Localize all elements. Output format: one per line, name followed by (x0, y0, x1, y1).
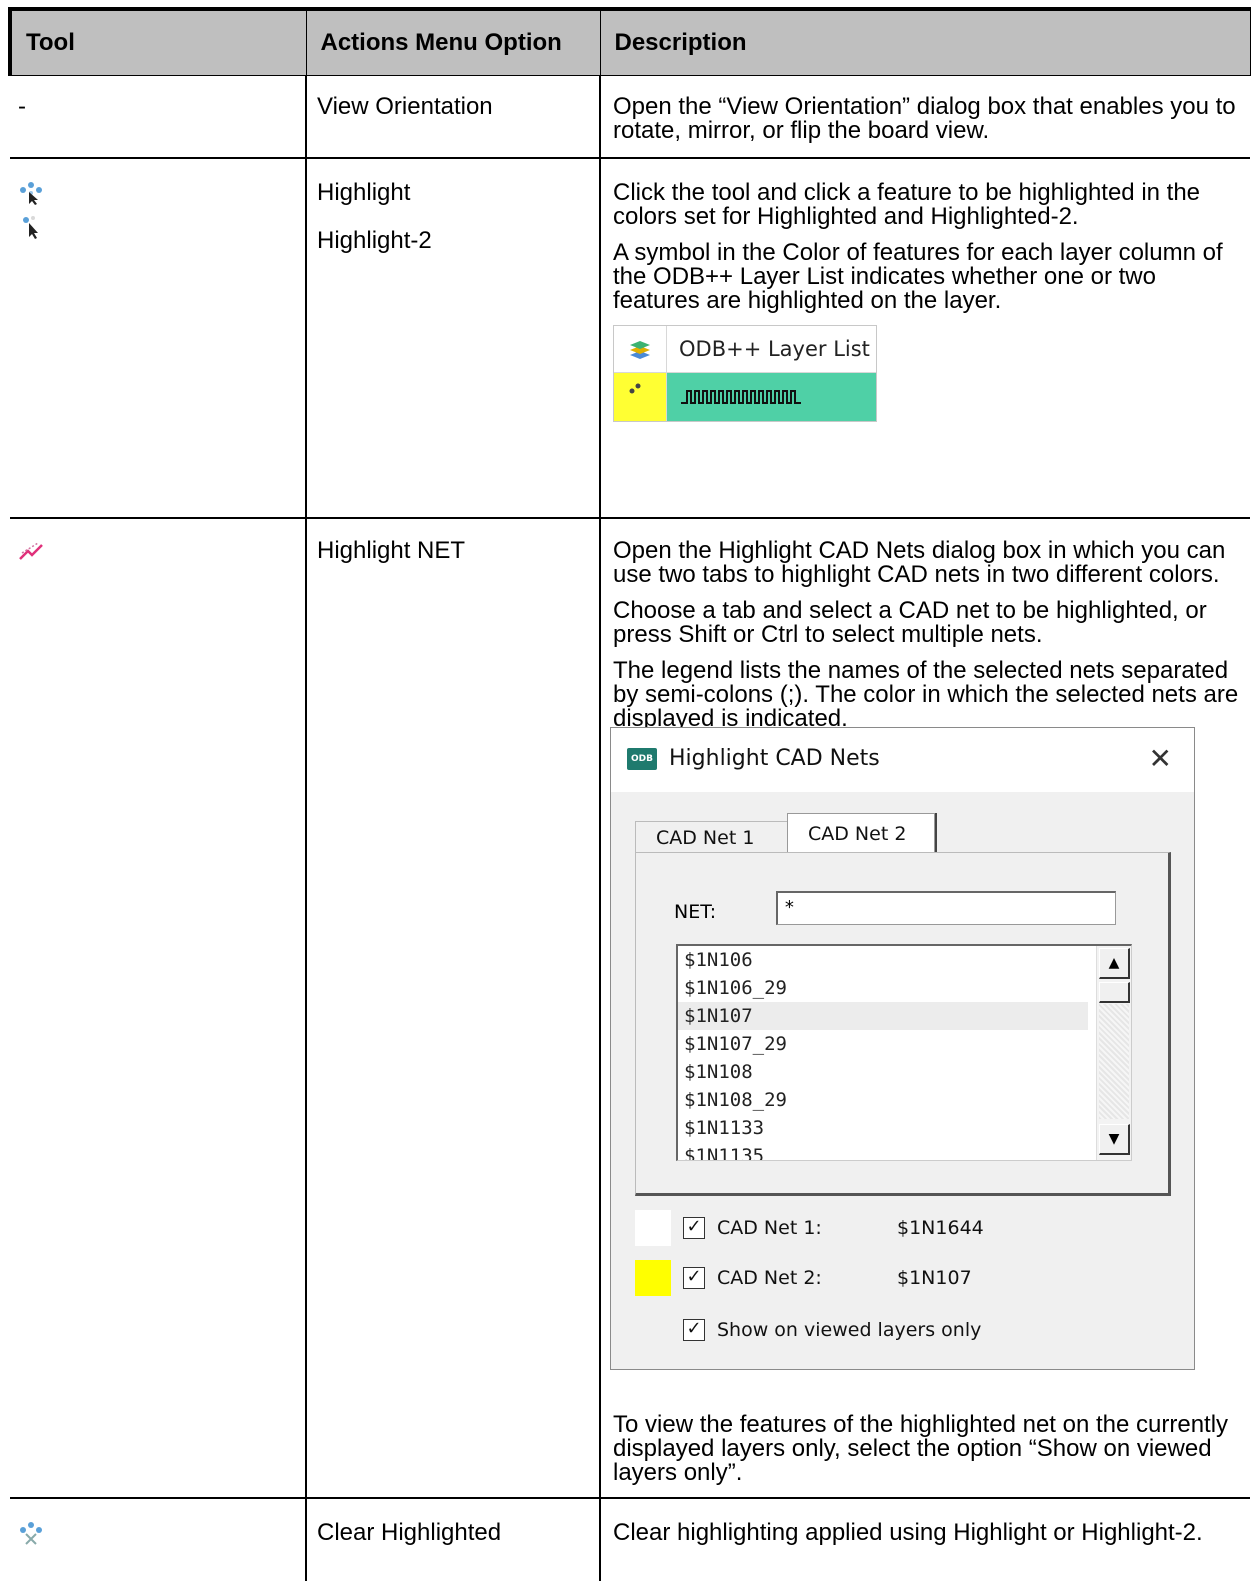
scroll-thumb[interactable] (1099, 982, 1130, 1003)
cad-net-1-checkbox[interactable]: ✓ (683, 1217, 705, 1239)
highlight-symbol-icon (614, 373, 667, 421)
header-actions-menu-option: Actions Menu Option (305, 7, 601, 76)
option-cell: Highlight Highlight-2 (306, 158, 601, 519)
layers-icon (614, 326, 667, 372)
table-row: Clear Highlighted Clear highlighting app… (10, 1498, 1250, 1581)
scroll-up-icon[interactable]: ▲ (1099, 948, 1130, 979)
show-viewed-label: Show on viewed layers only (717, 1319, 982, 1341)
odb-logo-icon: ODB (627, 748, 657, 770)
list-item[interactable]: $1N106 (678, 946, 1088, 974)
scroll-track[interactable] (1099, 1004, 1129, 1119)
close-icon[interactable]: ✕ (1149, 742, 1172, 775)
list-item[interactable]: $1N1135 (678, 1142, 1088, 1160)
list-item-selected[interactable]: $1N107 (678, 1002, 1088, 1030)
net-listbox[interactable]: $1N106 $1N106_29 $1N107 $1N107_29 $1N108… (676, 944, 1132, 1161)
table-row: Highlight Highlight-2 Click the tool and… (10, 158, 1250, 519)
layer-list-header: ODB++ Layer List (614, 326, 876, 373)
option-highlight-2: Highlight-2 (317, 227, 432, 254)
option-view-orientation: View Orientation (306, 75, 601, 159)
listbox-scrollbar[interactable]: ▲ ▼ (1096, 946, 1131, 1160)
description-text: Click the tool and click a feature to be… (613, 179, 1201, 230)
dialog-titlebar: ODB Highlight CAD Nets ✕ (611, 728, 1194, 792)
clear-highlight-icon (20, 1522, 42, 1545)
list-item[interactable]: $1N107_29 (678, 1030, 1088, 1058)
cad-net-2-color-swatch (635, 1260, 671, 1296)
layer-pattern-icon (667, 373, 876, 421)
header-tool: Tool (8, 7, 307, 76)
highlight-net-icon (19, 542, 43, 560)
tool-cell: - (10, 75, 307, 159)
description-text: To view the features of the highlighted … (613, 1411, 1229, 1486)
tab-cad-net-2[interactable]: CAD Net 2 (787, 813, 935, 856)
cad-net-1-value: $1N1644 (897, 1217, 984, 1239)
highlight-cad-nets-dialog: ODB Highlight CAD Nets ✕ CAD Net 1 CAD N… (610, 727, 1195, 1370)
cad-net-2-value: $1N107 (897, 1267, 972, 1289)
description-text: Open the “View Orientation” dialog box t… (613, 93, 1236, 144)
header-description: Description (599, 7, 1251, 76)
tab-panel: NET: * $1N106 $1N106_29 $1N107 $1N107_29… (635, 852, 1171, 1196)
layer-list-row (614, 373, 876, 421)
tool-cell (10, 158, 307, 519)
table-row: - View Orientation Open the “View Orient… (10, 75, 1250, 159)
description-text: The legend lists the names of the select… (613, 657, 1239, 732)
option-clear-highlighted: Clear Highlighted (306, 1498, 601, 1581)
cad-net-1-color-swatch (635, 1210, 671, 1246)
list-item[interactable]: $1N1133 (678, 1114, 1088, 1142)
highlight2-icon (23, 216, 38, 239)
tab-cad-net-1[interactable]: CAD Net 1 (635, 821, 789, 854)
net-filter-input[interactable]: * (776, 891, 1116, 925)
tool-cell (10, 518, 307, 1499)
show-viewed-checkbox[interactable]: ✓ (683, 1319, 705, 1341)
description-text: Choose a tab and select a CAD net to be … (613, 597, 1207, 648)
list-item[interactable]: $1N106_29 (678, 974, 1088, 1002)
show-viewed-row: ✓ Show on viewed layers only (683, 1312, 981, 1348)
description-text: A symbol in the Color of features for ea… (613, 239, 1223, 314)
cad-net-2-label: CAD Net 2: (717, 1267, 822, 1289)
list-item[interactable]: $1N108 (678, 1058, 1088, 1086)
list-item[interactable]: $1N108_29 (678, 1086, 1088, 1114)
table-header-row: Tool Actions Menu Option Description (8, 7, 1251, 76)
cad-net-1-label: CAD Net 1: (717, 1217, 822, 1239)
layer-list-screenshot: ODB++ Layer List (613, 325, 877, 422)
tool-cell (10, 1498, 307, 1581)
layer-list-title: ODB++ Layer List (679, 337, 870, 361)
description-cell: Open the “View Orientation” dialog box t… (599, 75, 1250, 159)
cad-net-2-row: ✓ CAD Net 2: $1N107 (635, 1260, 972, 1296)
option-highlight: Highlight (317, 179, 411, 206)
cad-net-1-row: ✓ CAD Net 1: $1N1644 (635, 1210, 984, 1246)
highlight-icon (20, 182, 42, 205)
option-highlight-net: Highlight NET (306, 518, 601, 1499)
net-label: NET: (674, 901, 717, 923)
description-text: Clear highlighting applied using Highlig… (613, 1519, 1203, 1546)
scroll-down-icon[interactable]: ▼ (1099, 1124, 1130, 1155)
cad-net-2-checkbox[interactable]: ✓ (683, 1267, 705, 1289)
description-text: Open the Highlight CAD Nets dialog box i… (613, 537, 1226, 588)
dialog-title: Highlight CAD Nets (669, 746, 880, 771)
description-cell: Clear highlighting applied using Highlig… (599, 1498, 1250, 1581)
description-cell: Click the tool and click a feature to be… (599, 158, 1250, 519)
